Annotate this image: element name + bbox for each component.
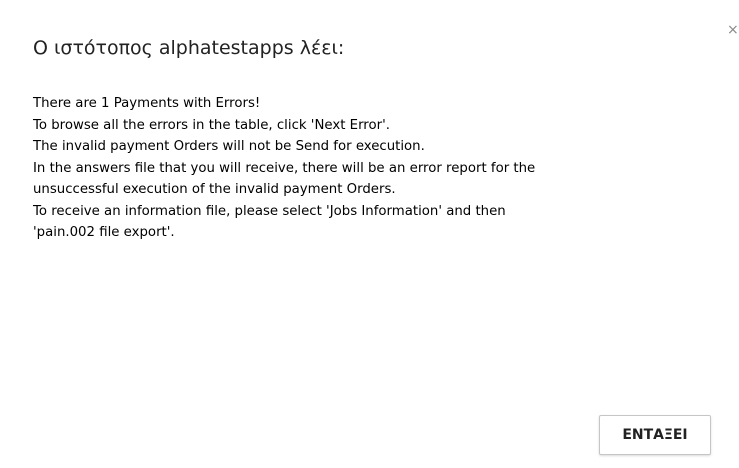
close-icon[interactable]: × bbox=[727, 22, 739, 38]
alert-dialog: × Ο ιστότοπος alphatestapps λέει: There … bbox=[0, 0, 739, 468]
message-line: The invalid payment Orders will not be S… bbox=[33, 139, 425, 154]
message-line: To receive an information file, please s… bbox=[33, 203, 506, 219]
message-line: In the answers file that you will receiv… bbox=[33, 160, 536, 176]
ok-button[interactable]: ΕΝΤΑΞΕΙ bbox=[599, 415, 711, 455]
message-line: unsuccessful execution of the invalid pa… bbox=[33, 182, 396, 197]
message-line: 'pain.002 file export'. bbox=[33, 225, 175, 240]
dialog-title: Ο ιστότοπος alphatestapps λέει: bbox=[33, 37, 345, 59]
dialog-message: There are 1 Payments with Errors! To bro… bbox=[33, 93, 723, 244]
message-line: There are 1 Payments with Errors! bbox=[33, 96, 261, 111]
message-line: To browse all the errors in the table, c… bbox=[33, 117, 390, 133]
